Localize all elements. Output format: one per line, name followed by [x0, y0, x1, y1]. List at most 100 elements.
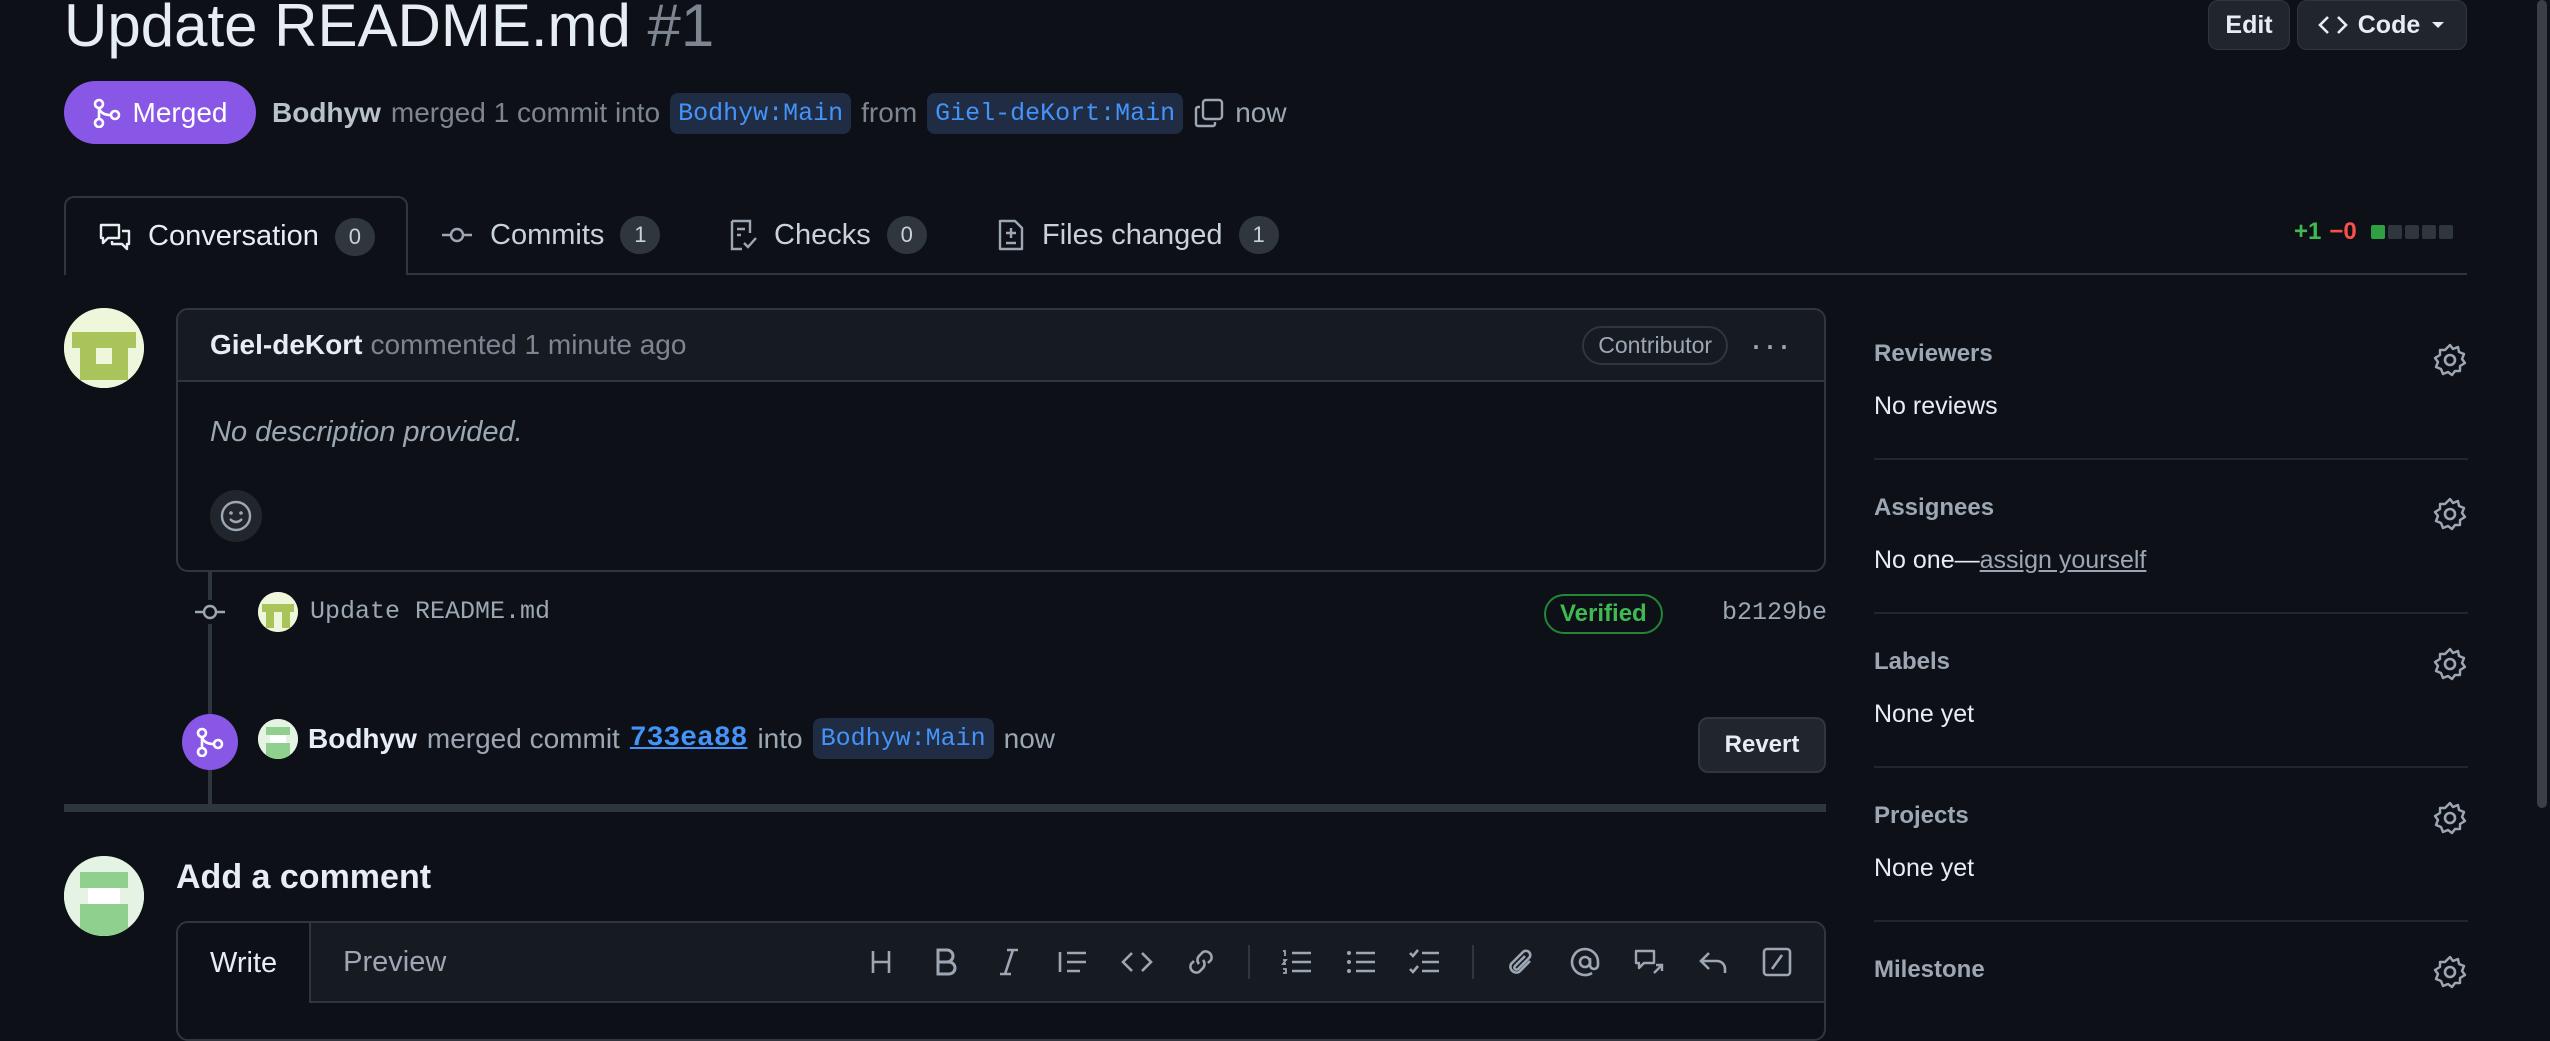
- diffstat-deletions: −0: [2329, 218, 2357, 245]
- merge-commit-link[interactable]: 733ea88: [630, 723, 748, 754]
- heading-icon[interactable]: [864, 945, 898, 979]
- pr-meta: Bodhyw merged 1 commit into Bodhyw:Main …: [272, 88, 1287, 138]
- bold-icon[interactable]: [928, 945, 962, 979]
- comment-box: Giel-deKort commented 1 minute ago Contr…: [176, 308, 1826, 572]
- pr-title: Update README.md: [64, 0, 631, 59]
- paperclip-icon[interactable]: [1504, 945, 1538, 979]
- scrollbar-thumb[interactable]: [2537, 0, 2547, 808]
- italic-icon[interactable]: [992, 945, 1026, 979]
- tab-counter: 0: [334, 217, 375, 256]
- commit-icon: [442, 227, 472, 243]
- diffstat-bar: [2370, 225, 2453, 239]
- tab-counter: 0: [886, 216, 927, 254]
- preview-tab[interactable]: Preview: [311, 923, 478, 1001]
- task-list-icon[interactable]: [1408, 945, 1442, 979]
- slash-command-icon[interactable]: [1760, 945, 1794, 979]
- pr-number: #1: [647, 0, 715, 59]
- mention-icon[interactable]: [1568, 945, 1602, 979]
- tab-label: Checks: [774, 218, 871, 251]
- comment-action[interactable]: commented 1 minute ago: [370, 329, 686, 361]
- edit-button[interactable]: Edit: [2208, 0, 2290, 50]
- commit-message[interactable]: Update README.md: [310, 597, 550, 626]
- labels-title[interactable]: Labels: [1874, 648, 2468, 676]
- gear-icon[interactable]: [2432, 954, 2468, 990]
- contributor-badge: Contributor: [1582, 325, 1729, 365]
- reviewers-title[interactable]: Reviewers: [1874, 340, 2468, 368]
- gear-icon[interactable]: [2432, 800, 2468, 836]
- merge-icon: [196, 727, 224, 757]
- merge-event: Bodhyw merged commit 733ea88 into Bodhyw…: [258, 718, 1055, 759]
- assignees-title[interactable]: Assignees: [1874, 494, 2468, 522]
- tab-counter: 1: [620, 216, 661, 254]
- avatar[interactable]: [64, 308, 144, 388]
- identicon-avatar: [258, 718, 298, 759]
- sidebar-divider: [1874, 458, 2468, 460]
- sidebar-divider: [1874, 920, 2468, 922]
- commit-sha[interactable]: b2129be: [1722, 598, 1827, 627]
- tab-files-changed[interactable]: Files changed 1: [996, 196, 1279, 274]
- verified-badge[interactable]: Verified: [1544, 594, 1663, 634]
- assignees-value: No one—assign yourself: [1874, 546, 2468, 575]
- assign-yourself-link[interactable]: assign yourself: [1980, 546, 2147, 574]
- toolbar-separator: [1472, 945, 1474, 979]
- diffstat-additions: +1: [2294, 218, 2322, 245]
- diffstat: +1 −0: [2294, 218, 2453, 246]
- merge-icon: [93, 98, 120, 128]
- avatar[interactable]: [64, 856, 144, 936]
- copy-icon[interactable]: [1193, 97, 1225, 129]
- merge-target-branch[interactable]: Bodhyw:Main: [812, 718, 994, 759]
- reply-icon[interactable]: [1696, 945, 1730, 979]
- gear-icon[interactable]: [2432, 496, 2468, 532]
- write-tab[interactable]: Write: [178, 923, 312, 1003]
- unordered-list-icon[interactable]: [1344, 945, 1378, 979]
- identicon-avatar: [258, 592, 298, 632]
- sidebar-divider: [1874, 766, 2468, 768]
- merge-summary: merged 1 commit into: [390, 97, 661, 128]
- comment-discussion-icon: [99, 223, 131, 250]
- sidebar-reviewers: Reviewers No reviews: [1874, 340, 2468, 421]
- quote-icon[interactable]: [1056, 945, 1090, 979]
- base-branch[interactable]: Bodhyw:Main: [670, 92, 852, 134]
- tab-commits[interactable]: Commits 1: [440, 196, 661, 274]
- tab-label: Files changed: [1042, 218, 1223, 251]
- gear-icon[interactable]: [2432, 646, 2468, 682]
- merged-label: Merged: [132, 96, 228, 128]
- avatar[interactable]: [258, 592, 298, 632]
- avatar[interactable]: [258, 718, 298, 759]
- sidebar-milestone: Milestone: [1874, 955, 2468, 989]
- head-branch[interactable]: Giel-deKort:Main: [927, 92, 1184, 134]
- kebab-menu-icon[interactable]: ···: [1750, 327, 1792, 363]
- smiley-icon: [220, 500, 252, 532]
- tab-label: Conversation: [148, 220, 319, 252]
- comment-editor: Write Preview: [176, 921, 1826, 1041]
- comment-author[interactable]: Giel-deKort: [210, 329, 362, 361]
- markdown-toolbar: [864, 923, 1794, 1001]
- milestone-title[interactable]: Milestone: [1874, 956, 2468, 984]
- page-title: Update README.md #1: [64, 0, 714, 66]
- tab-conversation[interactable]: Conversation 0: [64, 196, 408, 275]
- projects-value: None yet: [1874, 854, 1975, 882]
- merge-event-author[interactable]: Bodhyw: [308, 723, 417, 755]
- assignees-none: No one—: [1874, 546, 1980, 574]
- cross-reference-icon[interactable]: [1632, 945, 1666, 979]
- tab-label: Commits: [490, 218, 605, 251]
- tab-checks[interactable]: Checks 0: [728, 196, 927, 274]
- link-icon[interactable]: [1184, 945, 1218, 979]
- into-word: into: [757, 722, 803, 754]
- ordered-list-icon[interactable]: [1280, 945, 1314, 979]
- revert-button[interactable]: Revert: [1698, 717, 1826, 773]
- projects-title[interactable]: Projects: [1874, 802, 2468, 830]
- merge-event-time[interactable]: now: [1004, 723, 1055, 755]
- code-button[interactable]: Code: [2297, 0, 2467, 50]
- merge-time: now: [1235, 97, 1287, 128]
- merged-badge: Merged: [64, 81, 256, 144]
- identicon-avatar: [64, 308, 144, 388]
- sidebar-projects: Projects None yet: [1874, 800, 2468, 883]
- merge-author[interactable]: Bodhyw: [272, 97, 381, 129]
- editor-tabs: Write Preview: [178, 923, 1824, 1003]
- gear-icon[interactable]: [2432, 342, 2468, 378]
- code-icon[interactable]: [1120, 945, 1154, 979]
- code-icon: [2317, 16, 2348, 34]
- add-reaction-button[interactable]: [210, 490, 262, 542]
- sidebar-labels: Labels None yet: [1874, 646, 2468, 729]
